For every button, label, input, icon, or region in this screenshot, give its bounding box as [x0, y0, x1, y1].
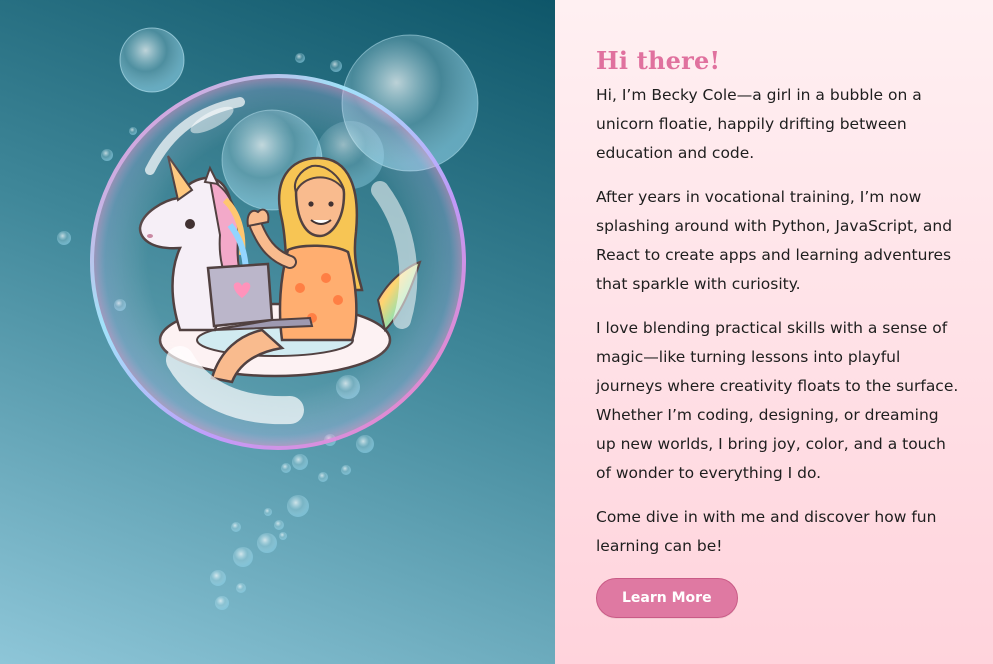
about-section: Hi there! Hi, I’m Becky Cole—a girl in a… [0, 0, 993, 664]
intro-panel: Hi there! Hi, I’m Becky Cole—a girl in a… [555, 0, 993, 664]
hero-illustration [0, 0, 555, 664]
big-bubble [90, 74, 466, 450]
learn-more-button[interactable]: Learn More [596, 578, 738, 618]
background-paragraph: After years in vocational training, I’m … [596, 188, 953, 293]
call-to-action-paragraph: Come dive in with me and discover how fu… [596, 508, 937, 555]
page-title: Hi there! [596, 46, 721, 75]
girl-on-unicorn-floatie-in-bubble-illustration [57, 27, 479, 610]
intro-paragraph: Hi, I’m Becky Cole—a girl in a bubble on… [596, 86, 922, 162]
philosophy-paragraph: I love blending practical skills with a … [596, 319, 959, 482]
